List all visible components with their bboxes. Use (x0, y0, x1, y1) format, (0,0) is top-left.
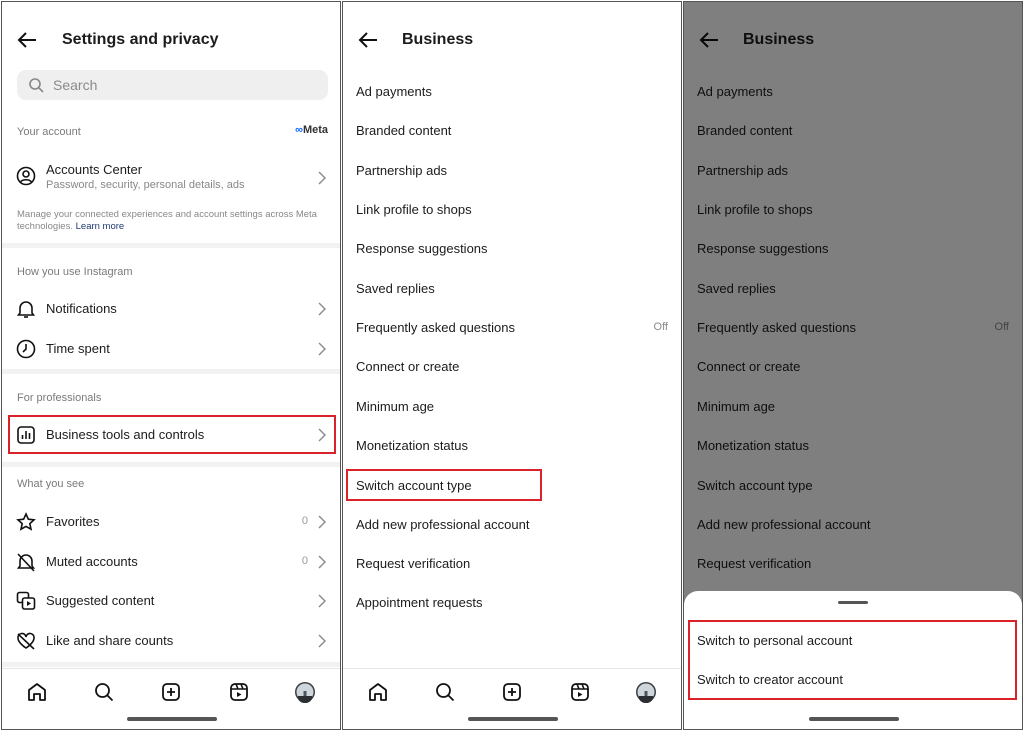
time-spent-row[interactable]: Time spent (2, 331, 340, 367)
notifications-row[interactable]: Notifications (2, 291, 340, 327)
suggested-content-label: Suggested content (46, 593, 155, 608)
favorites-label: Favorites (46, 514, 100, 529)
highlight-box (688, 620, 1017, 700)
reels-nav-icon[interactable] (569, 681, 591, 703)
chevron-right-icon (318, 594, 326, 608)
accounts-center-subtitle: Password, security, personal details, ad… (46, 179, 245, 191)
favorites-count: 0 (301, 515, 308, 527)
create-nav-icon[interactable] (160, 681, 182, 703)
highlight-box (346, 469, 542, 501)
favorites-row[interactable]: Favorites 0 (2, 504, 340, 540)
suggested-content-row[interactable]: Suggested content (2, 583, 340, 619)
home-indicator (127, 717, 217, 721)
chevron-right-icon (318, 555, 326, 569)
home-nav-icon[interactable] (26, 681, 48, 703)
suggested-content-icon (16, 591, 36, 610)
reels-nav-icon[interactable] (228, 681, 250, 703)
meta-logo: ∞Meta (295, 124, 328, 136)
like-share-counts-row[interactable]: Like and share counts (2, 623, 340, 659)
muted-accounts-count: 0 (301, 555, 308, 567)
menu-item-ad-payments[interactable]: Ad payments (356, 84, 432, 99)
menu-item-partnership-ads[interactable]: Partnership ads (356, 163, 447, 178)
home-nav-icon[interactable] (367, 681, 389, 703)
divider (2, 369, 340, 374)
divider (2, 662, 340, 667)
clock-icon (16, 339, 36, 359)
faq-status-value: Off (653, 321, 668, 333)
bell-off-icon (16, 553, 36, 572)
menu-item-response-suggestions[interactable]: Response suggestions (356, 241, 488, 256)
notifications-label: Notifications (46, 301, 117, 316)
muted-accounts-row[interactable]: Muted accounts 0 (2, 544, 340, 580)
menu-item-connect-or-create[interactable]: Connect or create (356, 359, 459, 374)
create-nav-icon[interactable] (501, 681, 523, 703)
menu-item-minimum-age[interactable]: Minimum age (356, 399, 434, 414)
menu-item-monetization-status[interactable]: Monetization status (356, 438, 468, 453)
star-icon (16, 512, 36, 531)
highlight-box (8, 415, 336, 454)
divider (2, 243, 340, 248)
chevron-right-icon (318, 171, 326, 185)
section-what-you-see: What you see (17, 478, 85, 490)
profile-nav-icon[interactable] (294, 681, 316, 703)
home-indicator (468, 717, 558, 721)
search-placeholder: Search (53, 77, 98, 93)
accounts-center-title: Accounts Center (46, 162, 143, 177)
business-screen-with-sheet: Business Ad paymentsBranded contentPartn… (683, 1, 1023, 730)
menu-item-link-profile-to-shops[interactable]: Link profile to shops (356, 202, 472, 217)
divider (2, 462, 340, 467)
search-nav-icon[interactable] (93, 681, 115, 703)
heart-off-icon (17, 632, 35, 650)
search-input[interactable]: Search (17, 70, 328, 100)
menu-item-appointment-requests[interactable]: Appointment requests (356, 595, 482, 610)
home-indicator (809, 717, 899, 721)
page-title: Settings and privacy (62, 31, 219, 48)
sheet-drag-handle[interactable] (838, 601, 868, 604)
menu-item-branded-content[interactable]: Branded content (356, 123, 451, 138)
chevron-right-icon (318, 634, 326, 648)
menu-item-add-new-professional-account[interactable]: Add new professional account (356, 517, 529, 532)
section-how-you-use: How you use Instagram (17, 266, 133, 278)
menu-item-saved-replies[interactable]: Saved replies (356, 281, 435, 296)
menu-item-frequently-asked-questions[interactable]: Frequently asked questions (356, 320, 515, 335)
chevron-right-icon (318, 515, 326, 529)
muted-accounts-label: Muted accounts (46, 554, 138, 569)
section-for-professionals: For professionals (17, 392, 102, 404)
bottom-sheet: Switch to personal account Switch to cre… (684, 591, 1022, 729)
search-icon (29, 78, 44, 93)
business-screen: Business Ad payments Branded content Partn… (342, 1, 682, 730)
like-share-counts-label: Like and share counts (46, 633, 174, 648)
bell-icon (16, 301, 36, 318)
learn-more-link[interactable]: Learn more (76, 221, 125, 232)
section-your-account: Your account (17, 126, 81, 138)
accounts-info-text: Manage your connected experiences and ac… (17, 209, 317, 232)
back-arrow-icon[interactable] (357, 30, 379, 50)
accounts-center-row[interactable]: Accounts Center Password, security, pers… (2, 158, 340, 198)
time-spent-label: Time spent (46, 341, 110, 356)
menu-item-request-verification[interactable]: Request verification (356, 556, 470, 571)
profile-nav-icon[interactable] (635, 681, 657, 703)
chevron-right-icon (318, 342, 326, 356)
account-circle-icon (16, 166, 36, 186)
search-nav-icon[interactable] (434, 681, 456, 703)
page-title: Business (402, 31, 474, 48)
back-arrow-icon[interactable] (16, 30, 38, 50)
chevron-right-icon (318, 302, 326, 316)
settings-screen: Settings and privacy Search Your account… (1, 1, 341, 730)
